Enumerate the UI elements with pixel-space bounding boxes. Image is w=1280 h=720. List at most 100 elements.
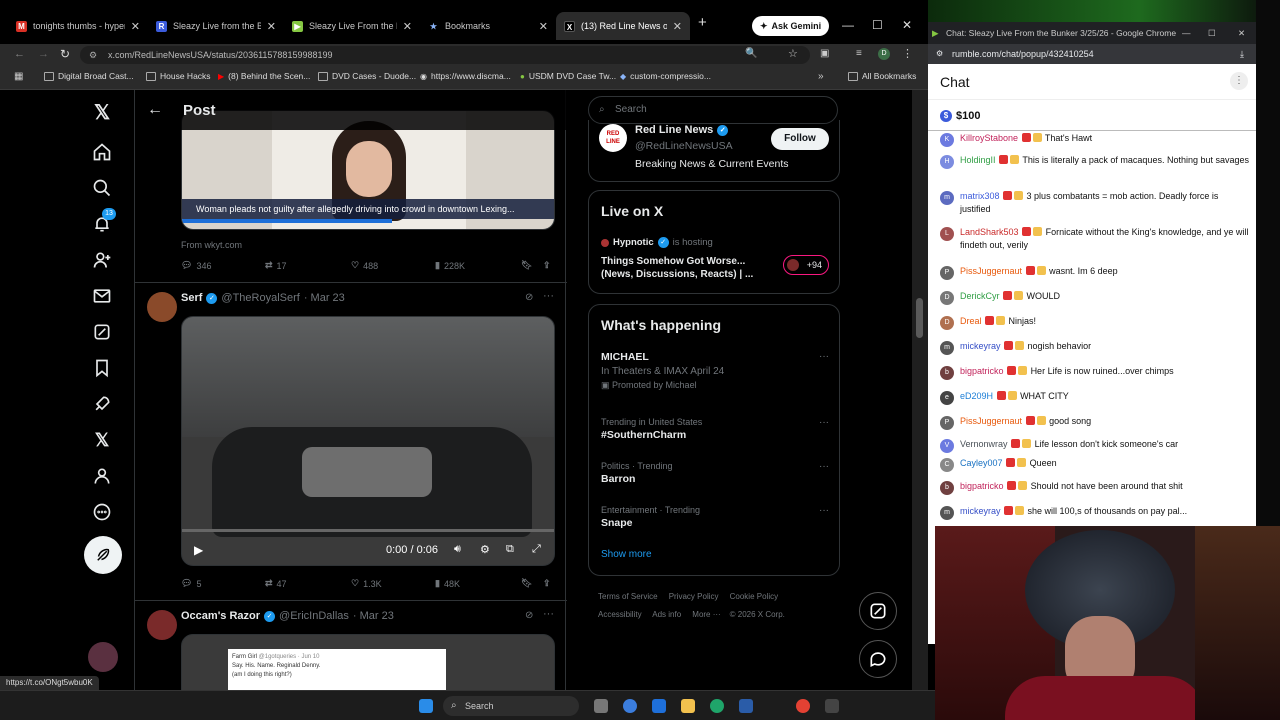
follow-people-icon[interactable] bbox=[90, 248, 114, 272]
chat-avatar[interactable]: m bbox=[940, 506, 954, 520]
tab-red-line-news[interactable]: X (13) Red Line News on X: ✕ bbox=[556, 12, 690, 40]
chat-username[interactable]: KillroyStabone bbox=[960, 133, 1018, 143]
video-progress-bar[interactable] bbox=[182, 529, 554, 532]
trend-item[interactable]: MICHAEL In Theaters & IMAX April 24 ▣ Pr… bbox=[601, 351, 829, 391]
messages-fab-button[interactable] bbox=[859, 640, 897, 678]
close-tab-icon[interactable]: ✕ bbox=[539, 20, 548, 33]
follow-button[interactable]: Follow bbox=[771, 128, 829, 150]
chat-avatar[interactable]: P bbox=[940, 416, 954, 430]
chat-username[interactable]: bigpatricko bbox=[960, 366, 1004, 376]
fullscreen-icon[interactable]: ⤢ bbox=[532, 543, 541, 556]
views-button[interactable]: ▮ 228K bbox=[435, 260, 465, 271]
x-logo-icon[interactable]: 𝕏 bbox=[90, 100, 114, 124]
more-options-icon[interactable]: ··· bbox=[543, 608, 554, 620]
rant-pill[interactable]: $ $100 bbox=[940, 110, 980, 122]
chat-avatar[interactable]: K bbox=[940, 133, 954, 147]
apps-grid-icon[interactable]: ▦ bbox=[14, 71, 23, 82]
follow-handle[interactable]: @RedLineNewsUSA bbox=[635, 140, 733, 152]
site-info-icon[interactable]: ⚙ bbox=[89, 46, 97, 64]
chat-username[interactable]: PissJuggernaut bbox=[960, 266, 1022, 276]
bookmark-item[interactable]: Digital Broad Cast... bbox=[44, 71, 134, 81]
taskbar-search[interactable]: ⌕ Search bbox=[443, 696, 579, 716]
bookmark-item[interactable]: ◆ custom-compressio... bbox=[620, 71, 711, 81]
minimize-icon[interactable]: — bbox=[842, 18, 854, 32]
close-tab-icon[interactable]: ✕ bbox=[403, 20, 412, 33]
like-button[interactable]: ♡ 488 bbox=[351, 260, 378, 271]
chat-menu-icon[interactable]: ⋮ bbox=[1230, 72, 1248, 90]
bookmark-button[interactable]: 🔖︎ bbox=[521, 260, 532, 271]
live-title[interactable]: Things Somehow Got Worse... (News, Discu… bbox=[601, 255, 771, 281]
volume-icon[interactable]: 🔊︎ bbox=[454, 543, 461, 556]
store-icon[interactable] bbox=[739, 699, 753, 713]
back-icon[interactable]: ← bbox=[14, 48, 25, 60]
windows-start-icon[interactable] bbox=[419, 699, 433, 713]
home-icon[interactable] bbox=[90, 140, 114, 164]
explore-search-icon[interactable] bbox=[90, 176, 114, 200]
trend-item[interactable]: Trending in United States #SouthernCharm… bbox=[601, 417, 829, 441]
copilot-icon[interactable] bbox=[623, 699, 637, 713]
chat-avatar[interactable]: C bbox=[940, 458, 954, 472]
app-icon[interactable] bbox=[652, 699, 666, 713]
red-line-news-avatar[interactable]: RED LINE bbox=[599, 124, 627, 152]
close-tab-icon[interactable]: ✕ bbox=[131, 20, 140, 33]
compose-post-button[interactable] bbox=[84, 536, 122, 574]
reply-button[interactable]: 💬︎ 346 bbox=[181, 260, 211, 271]
bookmark-star-icon[interactable]: ☆ bbox=[788, 47, 798, 60]
address-bar[interactable]: ⚙ x.com/RedLineNewsUSA/status/2036115788… bbox=[80, 46, 810, 64]
zoom-icon[interactable]: 🔍 bbox=[745, 48, 757, 59]
live-listener-count[interactable]: +94 bbox=[783, 255, 829, 275]
chat-avatar[interactable]: D bbox=[940, 291, 954, 305]
side-panel-icon[interactable]: ▣ bbox=[820, 48, 829, 59]
bookmark-item[interactable]: DVD Cases - Duode... bbox=[318, 71, 416, 81]
trend-item[interactable]: Politics · Trending Barron ··· bbox=[601, 461, 829, 485]
close-window-icon[interactable]: ✕ bbox=[1238, 22, 1245, 44]
chat-avatar[interactable]: H bbox=[940, 155, 954, 169]
trend-more-icon[interactable]: ··· bbox=[819, 417, 829, 428]
chat-avatar[interactable]: P bbox=[940, 266, 954, 280]
minimize-icon[interactable]: — bbox=[1182, 22, 1191, 44]
notifications-bell-icon[interactable]: 13 bbox=[90, 208, 116, 236]
repost-button[interactable]: ⇄ 47 bbox=[265, 578, 287, 589]
avatar[interactable] bbox=[147, 292, 177, 322]
chat-address-bar[interactable]: ⚙ rumble.com/chat/popup/432410254 ⤓ bbox=[928, 44, 1256, 64]
obs-icon[interactable] bbox=[825, 699, 839, 713]
more-options-icon[interactable]: ··· bbox=[543, 290, 554, 302]
download-icon[interactable]: ⤓ bbox=[1240, 44, 1244, 64]
play-icon[interactable]: ▶ bbox=[194, 543, 203, 557]
chat-username[interactable]: eD209H bbox=[960, 391, 993, 401]
reply-button[interactable]: 💬︎ 5 bbox=[181, 578, 201, 589]
file-explorer-icon[interactable] bbox=[681, 699, 695, 713]
grok-icon[interactable] bbox=[90, 320, 114, 344]
close-tab-icon[interactable]: ✕ bbox=[673, 20, 682, 33]
chat-avatar[interactable]: e bbox=[940, 391, 954, 405]
account-avatar[interactable] bbox=[88, 642, 118, 672]
chat-avatar[interactable]: m bbox=[940, 341, 954, 355]
trend-more-icon[interactable]: ··· bbox=[819, 351, 829, 362]
quoted-screenshot[interactable]: Farm Girl @1gotqueries · Jun 10 Say. His… bbox=[181, 634, 555, 690]
task-view-icon[interactable] bbox=[594, 699, 608, 713]
close-window-icon[interactable]: ✕ bbox=[902, 18, 912, 32]
share-button[interactable]: ⇪ bbox=[543, 260, 551, 271]
chat-username[interactable]: mickeyray bbox=[960, 506, 1001, 516]
chat-username[interactable]: HoldingII bbox=[960, 155, 996, 165]
scrollbar-thumb[interactable] bbox=[916, 298, 923, 338]
views-button[interactable]: ▮ 48K bbox=[435, 578, 460, 589]
menu-kebab-icon[interactable]: ⋮ bbox=[902, 47, 913, 60]
chrome-icon[interactable] bbox=[796, 699, 810, 713]
chat-username[interactable]: LandShark503 bbox=[960, 227, 1019, 237]
forward-icon[interactable]: → bbox=[38, 48, 49, 60]
bookmark-item[interactable]: ● USDM DVD Case Tw... bbox=[520, 71, 616, 81]
bookmarks-icon[interactable] bbox=[90, 356, 114, 380]
chat-username[interactable]: Vernonwray bbox=[960, 439, 1008, 449]
messages-envelope-icon[interactable] bbox=[90, 284, 114, 308]
trend-more-icon[interactable]: ··· bbox=[819, 461, 829, 472]
live-host-row[interactable]: Hypnotic ✓ is hosting bbox=[601, 237, 713, 248]
premium-x-icon[interactable]: 𝕏 bbox=[90, 428, 114, 452]
bookmark-button[interactable]: 🔖︎ bbox=[521, 578, 532, 589]
more-bookmarks-icon[interactable]: » bbox=[818, 71, 824, 82]
tab-bookmarks[interactable]: ★ Bookmarks ✕ bbox=[420, 12, 556, 40]
bookmark-item[interactable]: ▶ (8) Behind the Scen... bbox=[218, 71, 310, 81]
chat-avatar[interactable]: b bbox=[940, 481, 954, 495]
maximize-icon[interactable]: ☐ bbox=[1208, 22, 1216, 44]
chat-avatar[interactable]: D bbox=[940, 316, 954, 330]
